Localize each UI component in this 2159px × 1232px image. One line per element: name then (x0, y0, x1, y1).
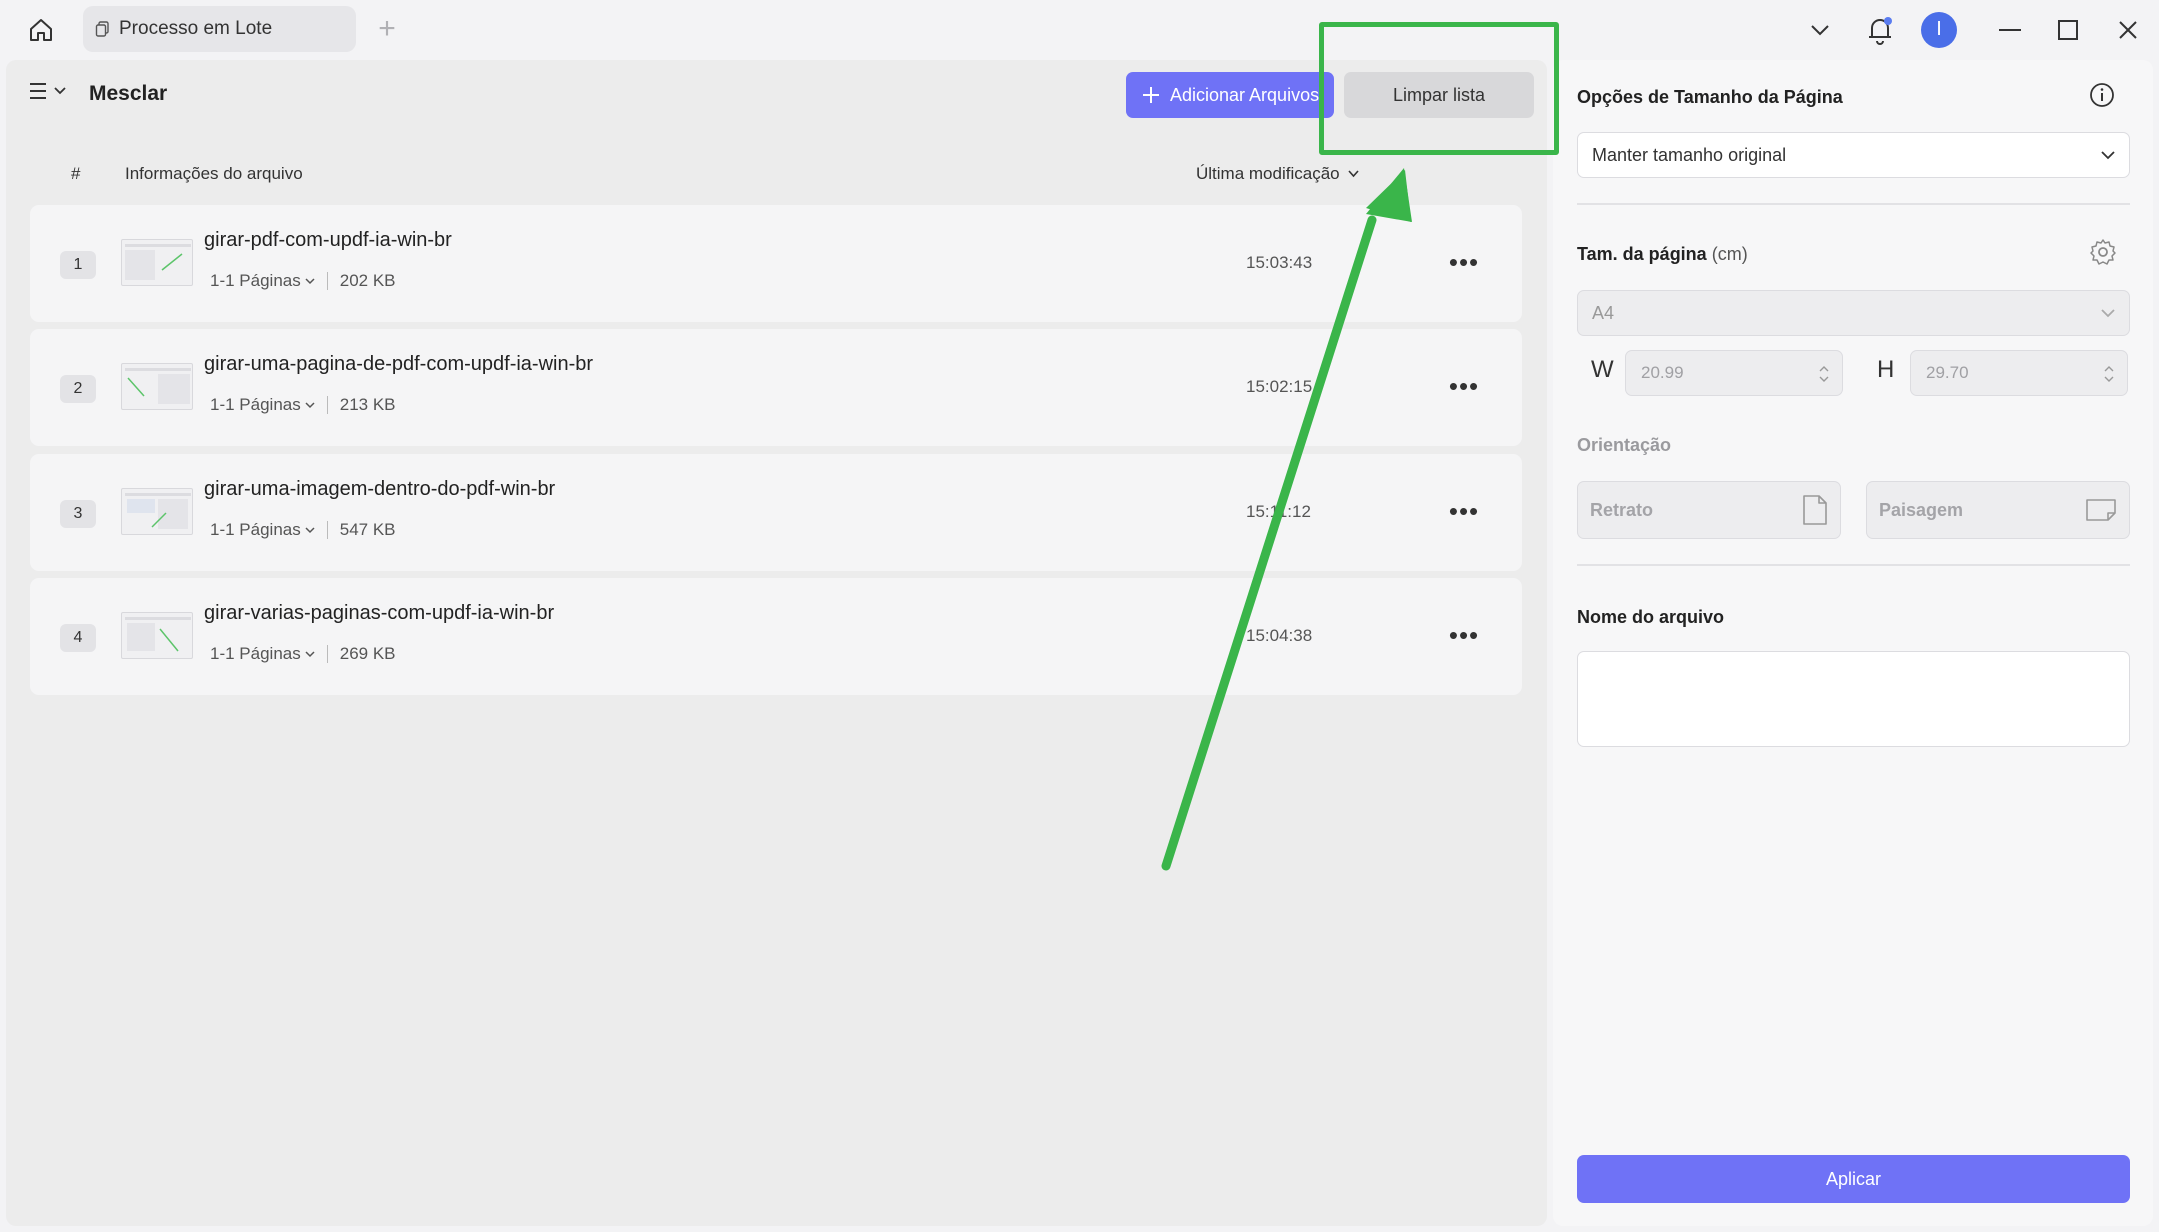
arrow-annotation (1161, 168, 1412, 871)
